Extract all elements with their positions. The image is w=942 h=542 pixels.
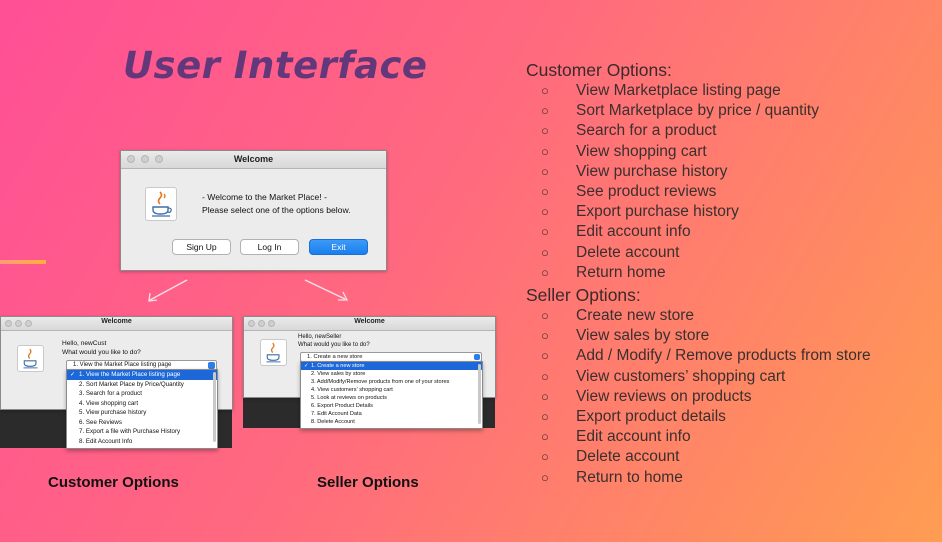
circle-bullet-icon: ○ bbox=[541, 184, 549, 200]
circle-bullet-icon: ○ bbox=[541, 204, 549, 220]
circle-bullet-icon: ○ bbox=[541, 244, 549, 260]
list-item: ○ View purchase history bbox=[526, 162, 819, 182]
dropdown-item[interactable]: 4. View shopping cart bbox=[67, 399, 217, 409]
circle-bullet-icon: ○ bbox=[541, 409, 549, 425]
dropdown-item[interactable]: 4. View customers' shopping cart bbox=[301, 386, 482, 394]
list-item: ○ View sales by store bbox=[526, 326, 871, 346]
dropdown-item[interactable]: 6. See Reviews bbox=[67, 418, 217, 428]
dropdown-scrollbar[interactable] bbox=[478, 364, 481, 424]
list-item: ○ View customers’ shopping cart bbox=[526, 367, 871, 387]
list-item: ○ Edit account info bbox=[526, 427, 871, 447]
circle-bullet-icon: ○ bbox=[541, 348, 549, 364]
prompt-text: What would you like to do? bbox=[62, 349, 141, 356]
dropdown-item[interactable]: 2. View sales by store bbox=[301, 370, 482, 378]
circle-bullet-icon: ○ bbox=[541, 264, 549, 280]
list-item: ○ View reviews on products bbox=[526, 387, 871, 407]
log-in-button[interactable]: Log In bbox=[240, 239, 299, 255]
window-title: Welcome bbox=[354, 318, 385, 325]
accent-line bbox=[0, 260, 46, 264]
list-item: ○ Sort Marketplace by price / quantity bbox=[526, 101, 819, 121]
option-select-value: 1. View the Market Place listing page bbox=[73, 362, 172, 368]
list-item: ○ Edit account info bbox=[526, 222, 819, 242]
arrow-left-icon bbox=[148, 279, 188, 302]
seller-options-section: Seller Options: ○ Create new store ○ View … bbox=[526, 284, 871, 488]
dropdown-item[interactable]: 5. Look at reviews on products bbox=[301, 394, 482, 402]
exit-button[interactable]: Exit bbox=[309, 239, 368, 255]
circle-bullet-icon: ○ bbox=[541, 469, 549, 485]
chevron-updown-icon bbox=[474, 354, 480, 360]
window-title: Welcome bbox=[101, 318, 132, 325]
dropdown-item[interactable]: 3. Search for a product bbox=[67, 389, 217, 399]
dropdown-scrollbar[interactable] bbox=[213, 372, 216, 442]
circle-bullet-icon: ○ bbox=[541, 388, 549, 404]
dropdown-item[interactable]: ✓ 1. View the Market Place listing page bbox=[67, 370, 217, 380]
sign-up-button[interactable]: Sign Up bbox=[172, 239, 231, 255]
dropdown-item[interactable]: ✓ 1. Create a new store bbox=[301, 362, 482, 370]
seller-options-dropdown[interactable]: ✓ 1. Create a new store 2. View sales by … bbox=[300, 361, 483, 429]
circle-bullet-icon: ○ bbox=[541, 308, 549, 323]
circle-bullet-icon: ○ bbox=[541, 143, 549, 159]
circle-bullet-icon: ○ bbox=[541, 429, 549, 445]
dropdown-item[interactable]: 7. Export a file with Purchase History bbox=[67, 427, 217, 437]
dropdown-item[interactable]: 3. Add/Modify/Remove products from one o… bbox=[301, 378, 482, 386]
greeting-text: Hello, newCust bbox=[62, 340, 107, 347]
window-titlebar: Welcome bbox=[1, 317, 232, 331]
prompt-text: What would you like to do? bbox=[298, 342, 370, 348]
list-item: ○ Export product details bbox=[526, 407, 871, 427]
customer-options-list: ○ View Marketplace listing page ○ Sort Mar… bbox=[526, 81, 819, 283]
slide-title: User Interface bbox=[123, 44, 428, 87]
list-item: ○ Return to home bbox=[526, 468, 871, 488]
dropdown-item[interactable]: 8. Edit Account Info bbox=[67, 437, 217, 447]
list-item: ○ Delete account bbox=[526, 243, 819, 263]
circle-bullet-icon: ○ bbox=[541, 83, 549, 98]
seller-options-caption: Seller Options bbox=[317, 474, 419, 491]
welcome-message-line1: - Welcome to the Market Place! - bbox=[202, 192, 327, 202]
circle-bullet-icon: ○ bbox=[541, 449, 549, 465]
circle-bullet-icon: ○ bbox=[541, 103, 549, 119]
dropdown-item[interactable]: 2. Sort Market Place by Price/Quantity bbox=[67, 380, 217, 390]
java-coffee-cup-icon bbox=[260, 339, 287, 366]
option-select-value: 1. Create a new store bbox=[307, 354, 363, 360]
window-title: Welcome bbox=[233, 154, 274, 164]
list-item: ○ Create new store bbox=[526, 306, 871, 326]
welcome-message-line2: Please select one of the options below. bbox=[202, 205, 351, 215]
window-titlebar: Welcome bbox=[244, 317, 495, 331]
seller-options-heading: Seller Options: bbox=[526, 285, 641, 305]
list-item: ○ Add / Modify / Remove products from sto… bbox=[526, 346, 871, 366]
list-item: ○ View Marketplace listing page bbox=[526, 81, 819, 101]
java-coffee-cup-icon bbox=[145, 187, 177, 221]
circle-bullet-icon: ○ bbox=[541, 123, 549, 139]
chevron-updown-icon bbox=[208, 362, 215, 369]
window-titlebar: Welcome bbox=[121, 151, 386, 169]
customer-options-section: Customer Options: ○ View Marketplace list… bbox=[526, 59, 819, 283]
arrow-right-icon bbox=[304, 279, 349, 301]
java-coffee-cup-icon bbox=[17, 345, 44, 372]
customer-options-dropdown[interactable]: ✓ 1. View the Market Place listing page 2… bbox=[66, 369, 218, 449]
list-item: ○ Delete account bbox=[526, 447, 871, 467]
dropdown-item[interactable]: 7. Edit Account Data bbox=[301, 410, 482, 418]
list-item: ○ Return home bbox=[526, 263, 819, 283]
dropdown-item[interactable]: 6. Export Product Details bbox=[301, 402, 482, 410]
customer-options-heading: Customer Options: bbox=[526, 60, 672, 80]
dropdown-item[interactable]: 5. View purchase history bbox=[67, 408, 217, 418]
list-item: ○ Search for a product bbox=[526, 121, 819, 141]
welcome-window: Welcome - Welcome to the Market Place! -… bbox=[120, 150, 387, 271]
circle-bullet-icon: ○ bbox=[541, 368, 549, 384]
list-item: ○ See product reviews bbox=[526, 182, 819, 202]
list-item: ○ Export purchase history bbox=[526, 202, 819, 222]
dropdown-item[interactable]: 8. Delete Account bbox=[301, 418, 482, 426]
customer-options-caption: Customer Options bbox=[48, 474, 179, 491]
circle-bullet-icon: ○ bbox=[541, 224, 549, 240]
circle-bullet-icon: ○ bbox=[541, 163, 549, 179]
circle-bullet-icon: ○ bbox=[541, 328, 549, 344]
list-item: ○ View shopping cart bbox=[526, 142, 819, 162]
seller-options-list: ○ Create new store ○ View sales by store ○… bbox=[526, 306, 871, 488]
